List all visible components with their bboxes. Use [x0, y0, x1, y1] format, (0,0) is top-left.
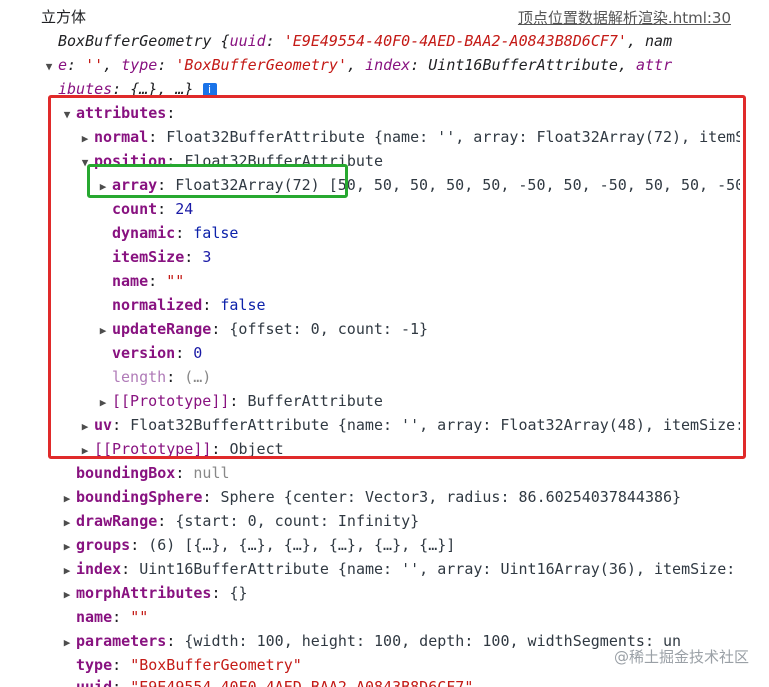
prop-morphattributes-row[interactable]: ▶ morphAttributes: {} — [58, 581, 248, 605]
triangle-right-icon[interactable]: ▶ — [58, 487, 76, 509]
prop-index-row[interactable]: ▶ index: Uint16BufferAttribute {name: '',… — [58, 557, 738, 581]
triangle-down-icon[interactable]: ▼ — [40, 55, 58, 77]
prop-drawrange-row[interactable]: ▶ drawRange: {start: 0, count: Infinity} — [58, 509, 420, 533]
prop-boundingsphere-row[interactable]: ▶ boundingSphere: Sphere {center: Vector3… — [58, 485, 738, 509]
prop-boundingbox-row: boundingBox: null — [76, 464, 230, 482]
attributes-highlight-box — [48, 95, 746, 459]
prop-name-row: name: "" — [76, 608, 149, 626]
triangle-right-icon[interactable]: ▶ — [58, 583, 76, 605]
triangle-right-icon[interactable]: ▶ — [58, 511, 76, 533]
prop-type-row: type: "BoxBufferGeometry" — [76, 656, 302, 674]
array-highlight-box — [87, 164, 348, 198]
triangle-right-icon[interactable]: ▶ — [58, 631, 76, 653]
prop-uuid-row: uuid: "E9E49554-40F0-4AED-BAA2-A0843B8D6… — [76, 678, 474, 687]
object-summary-line1: BoxBufferGeometry {uuid: 'E9E49554-40F0-… — [58, 32, 673, 50]
source-link[interactable]: 顶点位置数据解析渲染.html:30 — [518, 7, 731, 28]
prop-groups-row[interactable]: ▶ groups: (6) [{…}, {…}, {…}, {…}, {…}, {… — [58, 533, 456, 557]
group-label: 立方体 — [41, 8, 87, 26]
triangle-right-icon[interactable]: ▶ — [58, 559, 76, 581]
object-summary-line2[interactable]: ▼ e: '', type: 'BoxBufferGeometry', index… — [40, 53, 730, 77]
triangle-right-icon[interactable]: ▶ — [58, 535, 76, 557]
watermark: @稀土掘金技术社区 — [613, 648, 749, 666]
